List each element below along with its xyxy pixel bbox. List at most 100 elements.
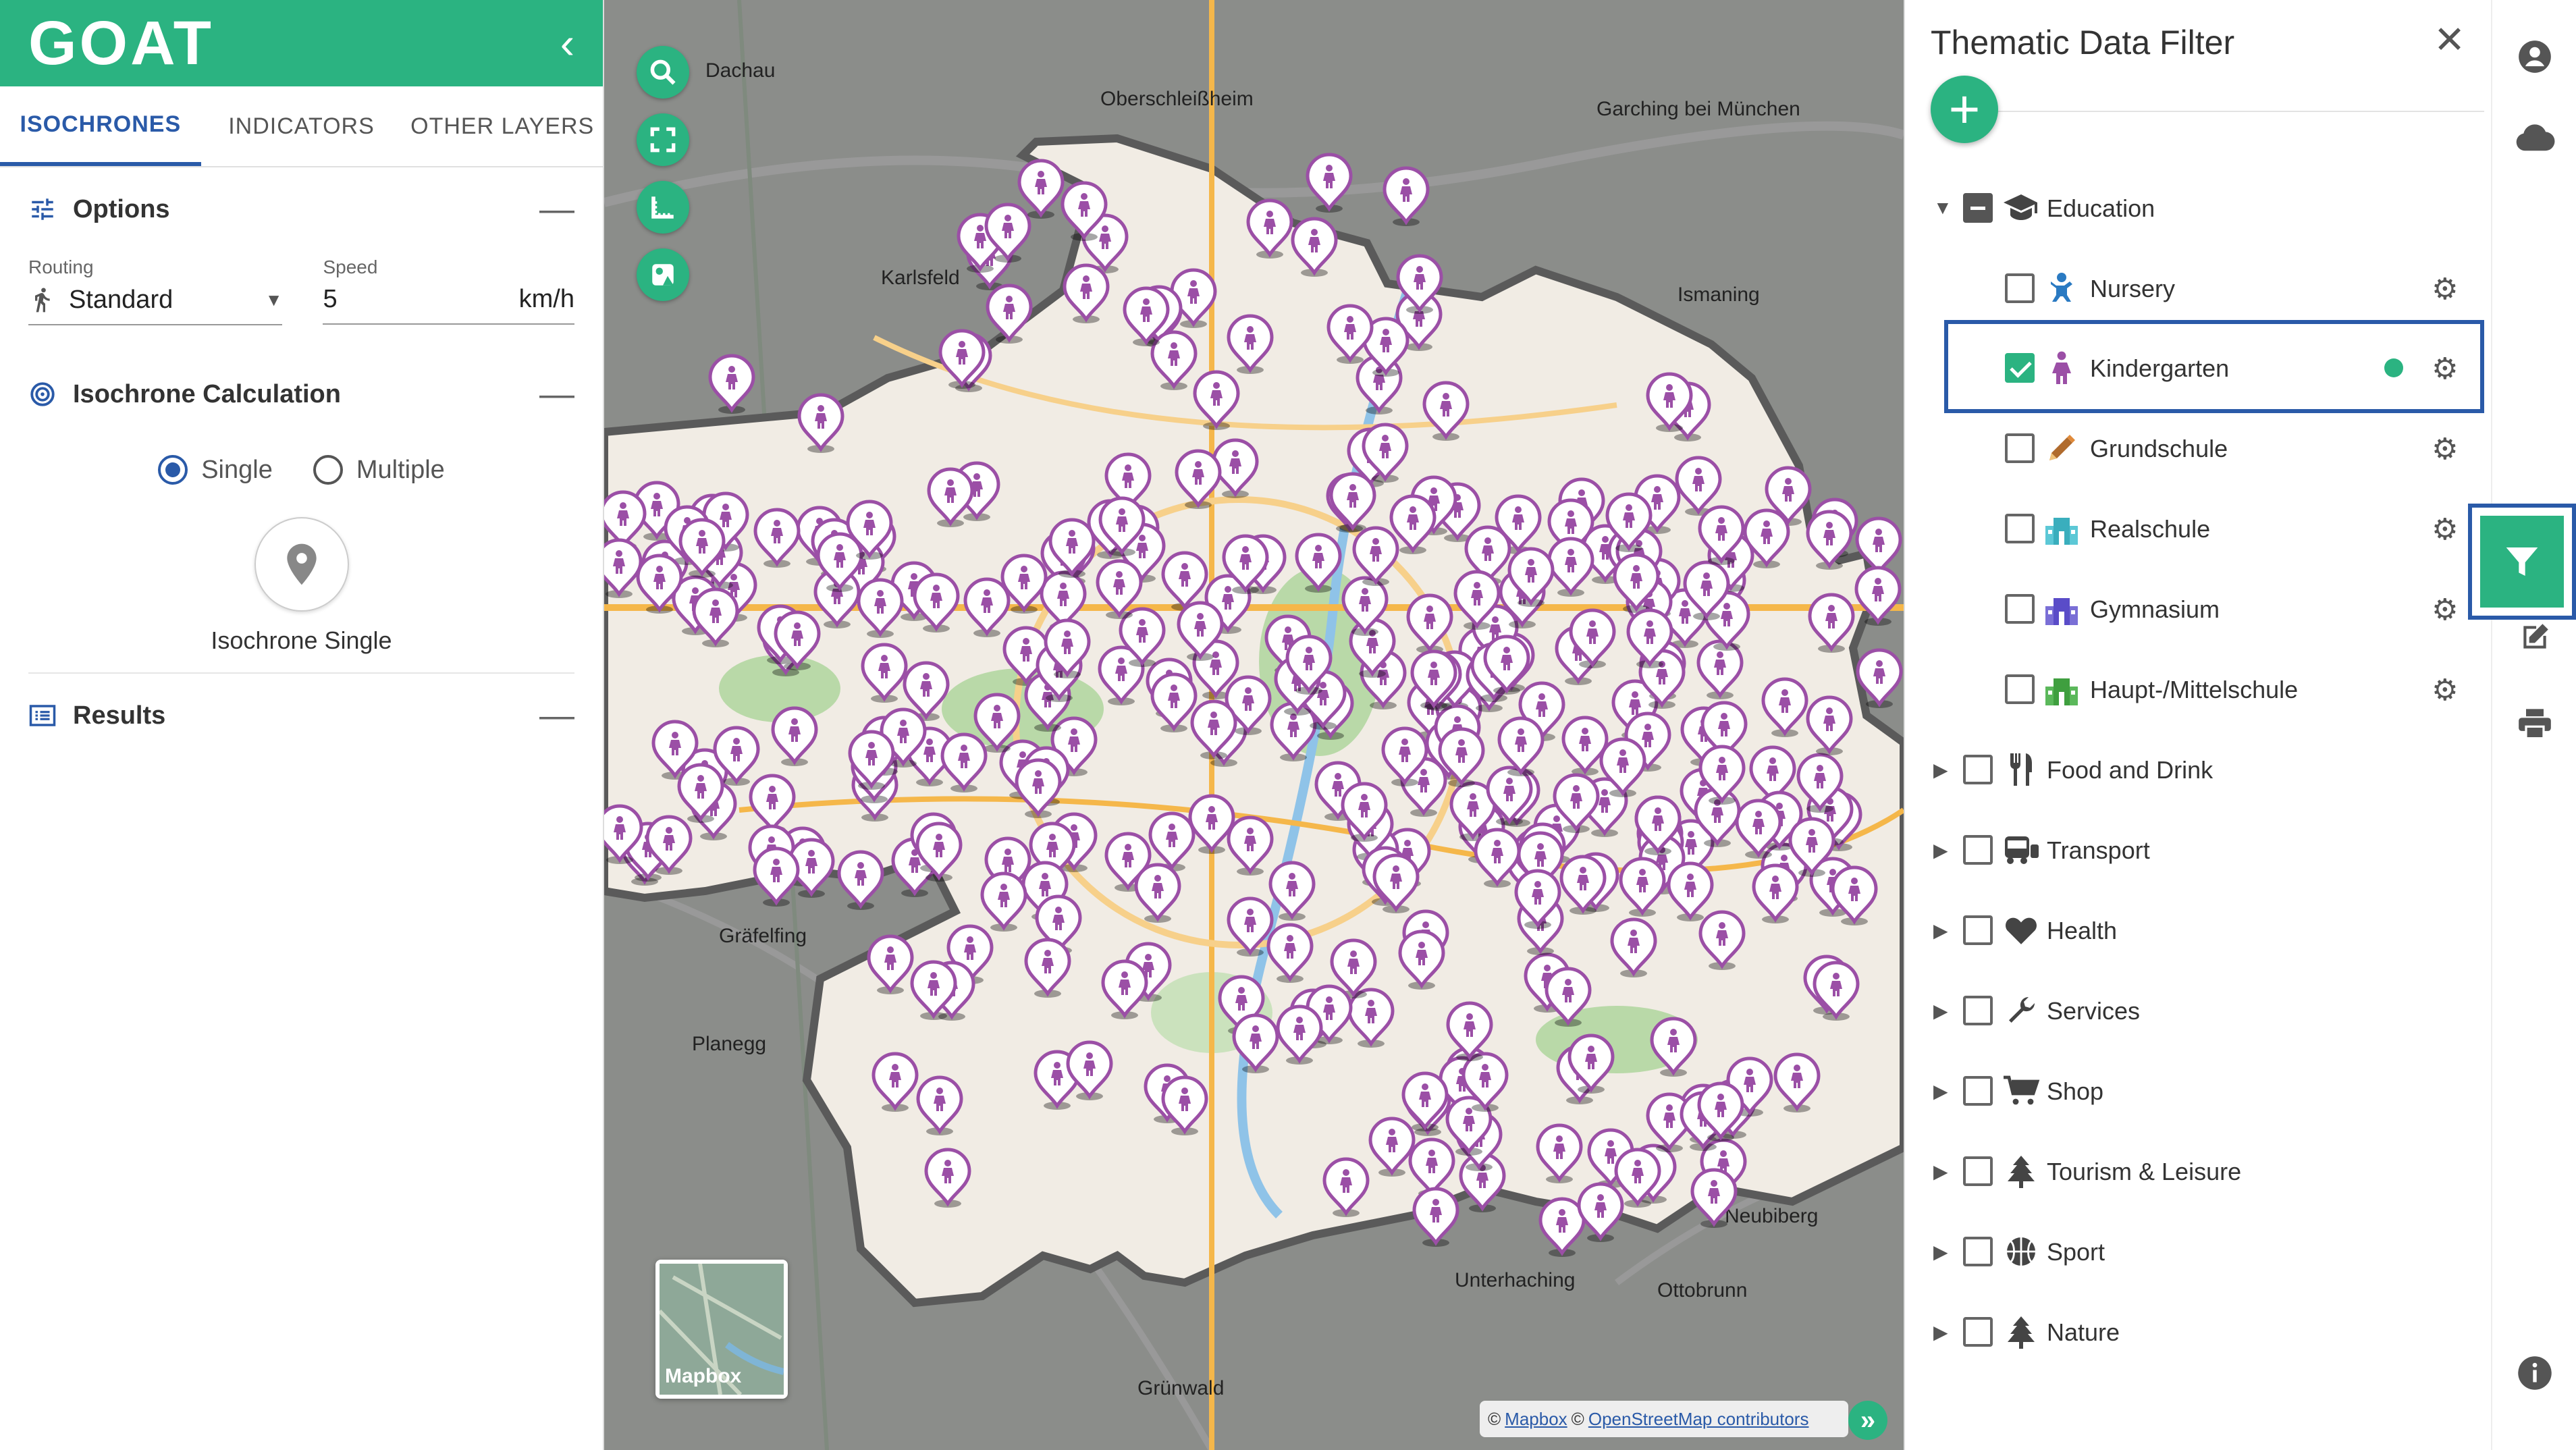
kindergarten-poi-marker[interactable] <box>857 578 904 638</box>
kindergarten-poi-marker[interactable] <box>1667 861 1714 921</box>
kindergarten-poi-marker[interactable] <box>1188 794 1235 854</box>
kindergarten-poi-marker[interactable] <box>1398 930 1445 990</box>
close-icon[interactable]: ✕ <box>2434 18 2465 62</box>
filter-item-hauptschule[interactable]: Haupt-/Mittelschule ⚙ <box>1905 655 2492 723</box>
caret-right-icon[interactable]: ▶ <box>1933 1080 1948 1102</box>
kindergarten-poi-marker[interactable] <box>1148 811 1196 871</box>
account-button[interactable] <box>2492 23 2576 90</box>
group-shop[interactable]: ▶ Shop <box>1905 1057 2492 1125</box>
attribution-toggle-button[interactable]: » <box>1848 1401 1887 1440</box>
kindergarten-poi-marker[interactable] <box>1232 1013 1279 1073</box>
radio-single-dot[interactable] <box>158 455 188 485</box>
group-checkbox[interactable] <box>1963 996 1993 1025</box>
kindergarten-poi-marker[interactable] <box>1326 304 1374 364</box>
kindergarten-poi-marker[interactable] <box>1134 863 1181 923</box>
kindergarten-poi-marker[interactable] <box>1306 153 1353 213</box>
kindergarten-poi-marker[interactable] <box>963 577 1011 637</box>
kindergarten-poi-marker[interactable] <box>1161 1075 1208 1135</box>
kindergarten-poi-marker[interactable] <box>1383 166 1430 226</box>
speed-input[interactable]: 5 km/h <box>323 285 574 325</box>
caret-right-icon[interactable]: ▶ <box>1933 1321 1948 1343</box>
kindergarten-poi-marker[interactable] <box>1761 677 1808 737</box>
kindergarten-poi-marker[interactable] <box>1806 510 1853 570</box>
kindergarten-poi-marker[interactable] <box>940 732 988 793</box>
kindergarten-poi-marker[interactable] <box>1808 593 1855 653</box>
kindergarten-poi-marker[interactable] <box>797 393 844 453</box>
realschule-checkbox[interactable] <box>2005 514 2035 543</box>
radio-single[interactable]: Single <box>158 455 273 485</box>
kindergarten-poi-marker[interactable] <box>1474 828 1521 888</box>
kindergarten-poi-marker[interactable] <box>1401 1071 1449 1131</box>
group-checkbox[interactable] <box>1963 1317 1993 1347</box>
print-button[interactable] <box>2492 690 2576 757</box>
education-checkbox[interactable] <box>1963 193 1993 223</box>
radio-multiple-dot[interactable] <box>313 455 343 485</box>
kindergarten-poi-marker[interactable] <box>1329 472 1376 532</box>
kindergarten-poi-marker[interactable] <box>1538 1197 1586 1257</box>
routing-select[interactable]: Standard ▼ <box>28 285 283 325</box>
kindergarten-poi-marker[interactable] <box>1276 1004 1323 1065</box>
group-tourism-leisure[interactable]: ▶ Tourism & Leisure <box>1905 1137 2492 1205</box>
options-header[interactable]: Options — <box>0 167 603 251</box>
kindergarten-poi-marker[interactable] <box>980 871 1027 932</box>
kindergarten-poi-marker[interactable] <box>1227 896 1274 957</box>
caret-right-icon[interactable]: ▶ <box>1933 1000 1948 1022</box>
kindergarten-poi-marker[interactable] <box>1698 910 1746 970</box>
kindergarten-poi-marker[interactable] <box>1856 648 1903 708</box>
gymnasium-checkbox[interactable] <box>2005 594 2035 624</box>
radio-multiple[interactable]: Multiple <box>313 455 445 485</box>
kindergarten-poi-marker[interactable] <box>1015 758 1062 818</box>
kindergarten-poi-marker[interactable] <box>1268 861 1316 921</box>
kindergarten-poi-marker[interactable] <box>1291 217 1338 277</box>
kindergarten-poi-marker[interactable] <box>1066 1040 1113 1100</box>
gear-icon[interactable]: ⚙ <box>2432 512 2458 547</box>
kindergarten-poi-marker[interactable] <box>771 706 818 766</box>
filter-item-realschule[interactable]: Realschule ⚙ <box>1905 495 2492 562</box>
kindergarten-poi-marker[interactable] <box>1150 672 1198 732</box>
kindergarten-poi-marker[interactable] <box>1024 938 1071 998</box>
kindergarten-poi-marker[interactable] <box>1854 566 1902 626</box>
add-layer-button[interactable]: + <box>1931 76 1998 143</box>
kindergarten-poi-marker[interactable] <box>837 850 884 910</box>
kindergarten-poi-marker[interactable] <box>913 572 960 633</box>
gear-icon[interactable]: ⚙ <box>2432 673 2458 707</box>
mapbox-link[interactable]: Mapbox <box>1505 1409 1567 1430</box>
info-button[interactable] <box>2492 1339 2576 1407</box>
collapse-isochrone-icon[interactable]: — <box>539 374 574 414</box>
caret-down-icon[interactable]: ▼ <box>1933 197 1952 219</box>
kindergarten-poi-marker[interactable] <box>1227 815 1274 876</box>
kindergarten-poi-marker[interactable] <box>986 284 1033 344</box>
caret-right-icon[interactable]: ▶ <box>1933 919 1948 942</box>
tab-indicators[interactable]: INDICATORS <box>201 86 402 166</box>
kindergarten-poi-marker[interactable] <box>1610 917 1657 977</box>
kindergarten-poi-marker[interactable] <box>1175 449 1222 509</box>
basemap-switcher[interactable]: Mapbox <box>655 1260 788 1399</box>
group-food-and-drink[interactable]: ▶ Food and Drink <box>1905 736 2492 803</box>
kindergarten-poi-marker[interactable] <box>753 847 800 907</box>
kindergarten-poi-marker[interactable] <box>1577 1182 1624 1242</box>
kindergarten-poi-marker[interactable] <box>1193 370 1240 430</box>
group-checkbox[interactable] <box>1963 1237 1993 1266</box>
filter-item-gymnasium[interactable]: Gymnasium ⚙ <box>1905 575 2492 643</box>
tab-isochrones[interactable]: ISOCHRONES <box>0 86 201 166</box>
kindergarten-poi-marker[interactable] <box>692 587 739 647</box>
kindergarten-poi-marker[interactable] <box>708 354 755 414</box>
cloud-button[interactable] <box>2492 104 2576 171</box>
kindergarten-poi-marker[interactable] <box>1545 967 1592 1027</box>
group-health[interactable]: ▶ Health <box>1905 896 2492 964</box>
kindergarten-poi-marker[interactable] <box>1752 863 1799 923</box>
search-button[interactable] <box>637 46 689 99</box>
filter-button[interactable] <box>2480 516 2564 608</box>
kindergarten-poi-marker[interactable] <box>1227 314 1274 374</box>
kindergarten-poi-marker[interactable] <box>1368 1117 1416 1177</box>
caret-right-icon[interactable]: ▶ <box>1933 1160 1948 1183</box>
group-nature[interactable]: ▶ Nature <box>1905 1298 2492 1366</box>
kindergarten-poi-marker[interactable] <box>1561 716 1609 776</box>
group-education[interactable]: ▼ Education <box>1905 174 2492 242</box>
filter-item-grundschule[interactable]: Grundschule ⚙ <box>1905 414 2492 482</box>
results-header[interactable]: Results — <box>0 674 603 757</box>
group-checkbox[interactable] <box>1963 835 1993 865</box>
caret-right-icon[interactable]: ▶ <box>1933 839 1948 861</box>
kindergarten-poi-marker[interactable] <box>1266 923 1314 983</box>
map-layers-button[interactable] <box>637 248 689 301</box>
